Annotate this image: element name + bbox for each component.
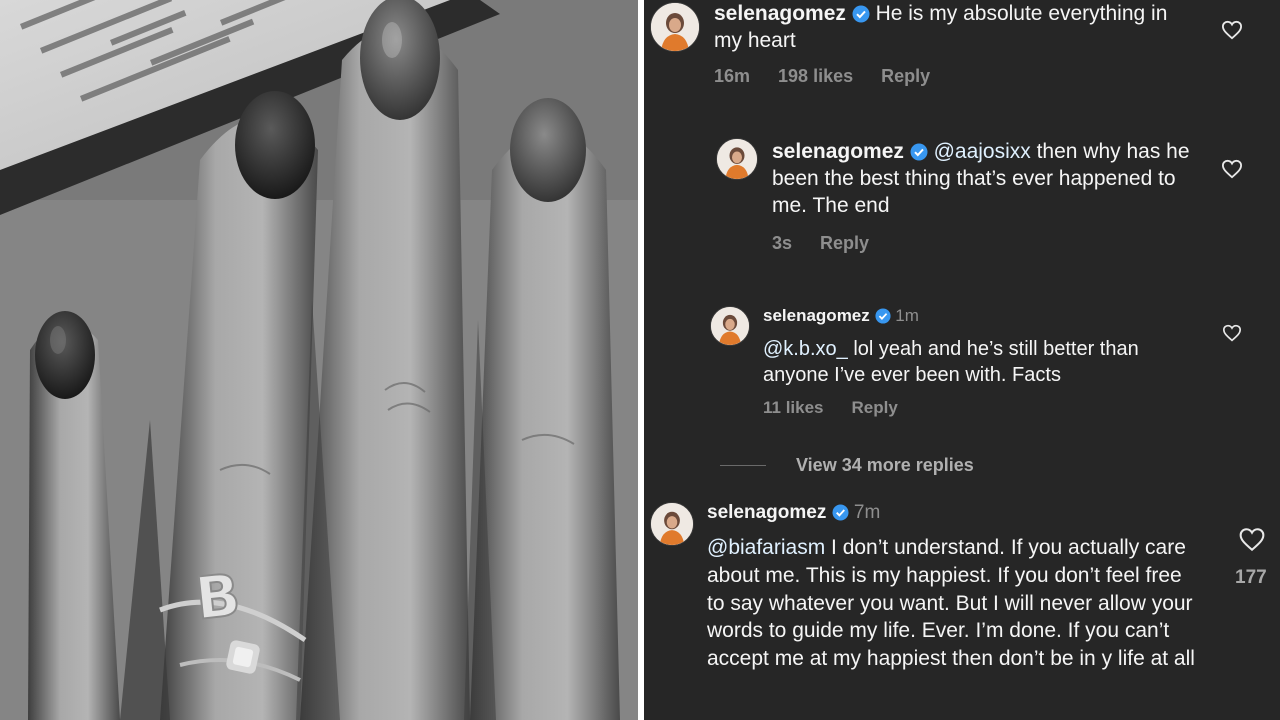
heart-icon[interactable]: [1221, 20, 1243, 40]
comments-panel: selenagomez He is my absolute everything…: [644, 0, 1280, 720]
username[interactable]: selenagomez: [707, 502, 826, 523]
verified-badge-icon: [910, 143, 928, 161]
avatar-image: [651, 503, 693, 545]
comment-meta: 3s Reply: [772, 233, 869, 254]
verified-badge-icon: [832, 504, 849, 521]
mention-link[interactable]: @aajosixx: [934, 140, 1031, 163]
avatar[interactable]: [650, 2, 700, 52]
reply-button[interactable]: Reply: [820, 233, 869, 254]
avatar[interactable]: [650, 502, 694, 546]
comment-header: selenagomez 1m: [763, 306, 1223, 326]
avatar[interactable]: [710, 306, 750, 346]
comment-time: 1m: [895, 306, 919, 325]
comment-time: 7m: [853, 502, 881, 523]
comment-header: selenagomez 7m: [707, 502, 1177, 524]
view-more-replies-button[interactable]: View 34 more replies: [720, 455, 974, 476]
ring-initial-b: B: [191, 560, 244, 634]
like-count[interactable]: 198 likes: [778, 66, 853, 87]
heart-icon[interactable]: [1222, 324, 1242, 342]
username[interactable]: selenagomez: [772, 140, 904, 163]
reply-button[interactable]: Reply: [881, 66, 930, 87]
comment-meta: 11 likes Reply: [763, 398, 898, 418]
username[interactable]: selenagomez: [763, 306, 870, 325]
like-count[interactable]: 11 likes: [763, 398, 824, 418]
post-photo: B: [0, 0, 638, 720]
mention-link[interactable]: @k.b.xo_: [763, 338, 848, 360]
hand-photo-image: B: [0, 0, 638, 720]
comment-body: selenagomez He is my absolute everything…: [714, 0, 1184, 54]
verified-badge-icon: [852, 5, 870, 23]
avatar-image: [651, 3, 699, 51]
heart-like-count: 177: [1235, 567, 1267, 588]
mention-link[interactable]: @biafariasm: [707, 536, 825, 559]
svg-text:B: B: [192, 561, 243, 633]
divider-line: [720, 465, 766, 466]
avatar-image: [717, 139, 757, 179]
comment-body: @k.b.xo_ lol yeah and he’s still better …: [763, 336, 1183, 388]
comment-body: @biafariasm I don’t understand. If you a…: [707, 534, 1199, 673]
comment-time: 16m: [714, 66, 751, 86]
heart-icon[interactable]: [1238, 527, 1266, 552]
avatar[interactable]: [716, 138, 758, 180]
verified-badge-icon: [874, 308, 891, 324]
comment-meta: 16m 198 likes Reply: [714, 66, 930, 87]
view-more-label: View 34 more replies: [796, 455, 974, 475]
heart-icon[interactable]: [1221, 159, 1243, 179]
username[interactable]: selenagomez: [714, 2, 846, 25]
reply-button[interactable]: Reply: [852, 398, 898, 418]
comment-body: selenagomez @aajosixx then why has he be…: [772, 138, 1202, 219]
avatar-image: [711, 307, 749, 345]
comment-time: 3s: [772, 233, 793, 253]
